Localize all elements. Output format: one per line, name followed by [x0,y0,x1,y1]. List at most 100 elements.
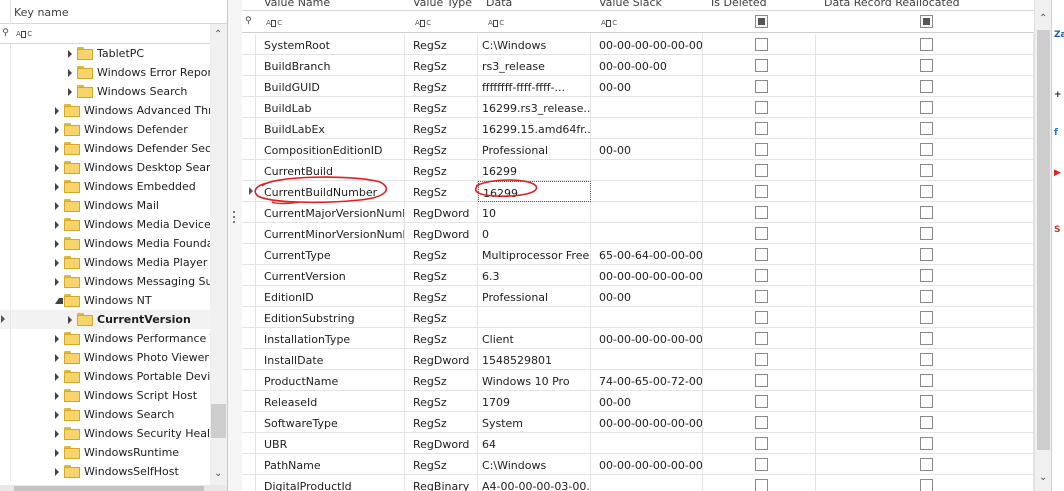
tree-node-windowsselfhost[interactable]: WindowsSelfHost [0,462,210,481]
table-row[interactable]: InstallationType RegSz Client 00-00-00-00-0… [242,328,1034,349]
cell-value-slack[interactable] [591,223,703,244]
checkbox[interactable] [755,185,768,198]
edge-shortcut-icon[interactable]: Za [1054,30,1064,40]
column-header-value-slack[interactable]: Value Slack [599,0,662,9]
cell-value-slack[interactable]: 00-00 [591,286,703,307]
checkbox[interactable] [920,248,933,261]
checkbox[interactable] [755,311,768,324]
cell-data[interactable]: Client [478,328,591,349]
cell-value-name[interactable]: UBR [256,433,405,454]
cell-value-slack[interactable]: 00-00-00-00 [591,55,703,76]
cell-value-name[interactable]: BuildBranch [256,55,405,76]
cell-value-name[interactable]: CurrentMajorVersionNumber [256,202,405,223]
scroll-down-icon[interactable]: ⌄ [1039,472,1047,483]
cell-value-name[interactable]: BuildLab [256,97,405,118]
cell-data[interactable]: System [478,412,591,433]
filter-pin-icon[interactable]: ⚲ [0,28,11,38]
cell-value-type[interactable]: RegSz [405,139,478,160]
table-row[interactable]: CurrentType RegSz Multiprocessor Free 65-00… [242,244,1034,265]
checkbox[interactable] [755,290,768,303]
checkbox[interactable] [755,374,768,387]
table-row[interactable]: CurrentVersion RegSz 6.3 00-00-00-00-00-00 [242,265,1034,286]
cell-data[interactable]: C:\Windows [478,34,591,55]
table-row[interactable]: CurrentMinorVersionNumberRegDword0 [242,223,1034,244]
cell-value-slack[interactable] [591,160,703,181]
table-row[interactable]: UBR RegDword 64 [242,433,1034,454]
cell-value-name[interactable]: CurrentType [256,244,405,265]
expand-arrow-icon[interactable] [55,183,59,191]
checkbox[interactable] [920,206,933,219]
table-row[interactable]: PathName RegSz C:\Windows 00-00-00-00-00-00 [242,454,1034,475]
checkbox[interactable] [755,227,768,240]
checkbox[interactable] [920,227,933,240]
tree-node-windows-messaging-subsy[interactable]: Windows Messaging Subsy [0,272,210,291]
cell-data[interactable]: A4-00-00-00-03-00... [478,475,591,491]
cell-value-name[interactable]: ProductName [256,370,405,391]
cell-value-type[interactable]: RegSz [405,97,478,118]
cell-data[interactable]: C:\Windows [478,454,591,475]
expand-arrow-icon[interactable] [55,449,59,457]
cell-value-type[interactable]: RegSz [405,55,478,76]
table-row[interactable]: EditionID RegSz Professional 00-00 [242,286,1034,307]
table-row[interactable]: BuildLabEx RegSz 16299.15.amd64fr... [242,118,1034,139]
tree-node-windows-photo-viewer[interactable]: Windows Photo Viewer [0,348,210,367]
scroll-up-icon[interactable]: ⌃ [214,29,222,40]
cell-value-type[interactable]: RegSz [405,370,478,391]
cell-value-slack[interactable] [591,349,703,370]
cell-value-slack[interactable]: 00-00 [591,76,703,97]
checkbox[interactable] [920,416,933,429]
cell-data[interactable]: 1709 [478,391,591,412]
expand-arrow-icon[interactable] [55,202,59,210]
checkbox[interactable] [920,80,933,93]
cell-value-type[interactable]: RegSz [405,118,478,139]
cell-value-slack[interactable]: 00-00-00-00-00-00 [591,34,703,55]
table-row[interactable]: CurrentBuildNumber RegSz 16299 [242,181,1034,202]
tree-node-windows-security-health[interactable]: Windows Security Health [0,424,210,443]
expand-arrow-icon[interactable] [55,164,59,172]
cell-data[interactable]: 16299.rs3_release.... [478,97,591,118]
cell-value-name[interactable]: BuildGUID [256,76,405,97]
cell-data[interactable]: 6.3 [478,265,591,286]
cell-data[interactable]: 1548529801 [478,349,591,370]
tree-node-windows-portable-devices[interactable]: Windows Portable Devices [0,367,210,386]
tree-node-windows-advanced-threa[interactable]: Windows Advanced Threa [0,101,210,120]
panel-splitter[interactable] [228,0,242,491]
scroll-down-icon[interactable]: ⌄ [214,468,222,479]
table-row[interactable]: CurrentBuild RegSz 16299 [242,160,1034,181]
checkbox[interactable] [920,290,933,303]
column-header-is-deleted[interactable]: Is Deleted [711,0,767,9]
tree-node-windows-embedded[interactable]: Windows Embedded [0,177,210,196]
cell-value-type[interactable]: RegSz [405,244,478,265]
grid-vertical-scrollbar[interactable]: ⌃ ⌄ [1034,0,1051,491]
cell-value-slack[interactable] [591,433,703,454]
checkbox[interactable] [755,416,768,429]
cell-value-slack[interactable]: 00-00-00-00-00-00 [591,328,703,349]
tree-node-windows-media-player-nss[interactable]: Windows Media Player NSS [0,253,210,272]
checkbox[interactable] [920,437,933,450]
cell-value-slack[interactable]: 00-00 [591,139,703,160]
text-filter-icon[interactable]: AC [266,19,282,27]
cell-value-type[interactable]: RegSz [405,76,478,97]
table-row[interactable]: SoftwareType RegSz System 00-00-00-00-00-00 [242,412,1034,433]
cell-value-name[interactable]: SystemRoot [256,34,405,55]
tree-node-windows-script-host[interactable]: Windows Script Host [0,386,210,405]
checkbox[interactable] [920,101,933,114]
expand-arrow-icon[interactable] [55,392,59,400]
cell-value-slack[interactable]: 65-00-64-00-00-00-... [591,244,703,265]
table-row[interactable]: SystemRoot RegSz C:\Windows 00-00-00-00-00-… [242,34,1034,55]
expand-arrow-icon[interactable] [55,221,59,229]
cell-value-name[interactable]: ReleaseId [256,391,405,412]
cell-value-slack[interactable]: 00-00-00-00-00-00 [591,412,703,433]
tree-scroll-thumb[interactable] [211,404,226,438]
expand-arrow-icon[interactable] [68,50,72,58]
edge-shortcut-icon[interactable]: f [1054,128,1058,138]
checkbox[interactable] [755,122,768,135]
table-row[interactable]: ProductName RegSz Windows 10 Pro 74-00-65-0… [242,370,1034,391]
filter-checkbox[interactable] [755,15,768,28]
expand-arrow-icon[interactable] [55,240,59,248]
expand-arrow-icon[interactable] [55,145,59,153]
edge-shortcut-icon[interactable]: S [1054,225,1060,235]
expand-arrow-icon[interactable] [68,69,72,77]
cell-value-type[interactable]: RegSz [405,307,478,328]
cell-value-type[interactable]: RegSz [405,34,478,55]
